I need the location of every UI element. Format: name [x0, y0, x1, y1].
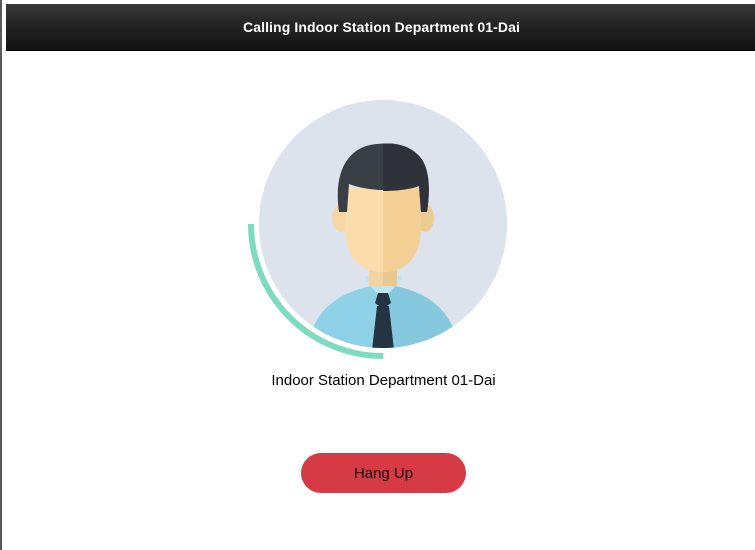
hang-up-button[interactable]: Hang Up: [301, 453, 466, 493]
title-bar: Calling Indoor Station Department 01-Dai: [6, 4, 755, 51]
person-avatar-icon: [248, 100, 507, 359]
window-title: Calling Indoor Station Department 01-Dai: [242, 19, 521, 35]
avatar: [245, 100, 510, 362]
callee-name: Indoor Station Department 01-Dai: [271, 372, 496, 389]
call-dialog: Calling Indoor Station Department 01-Dai: [0, 0, 755, 550]
